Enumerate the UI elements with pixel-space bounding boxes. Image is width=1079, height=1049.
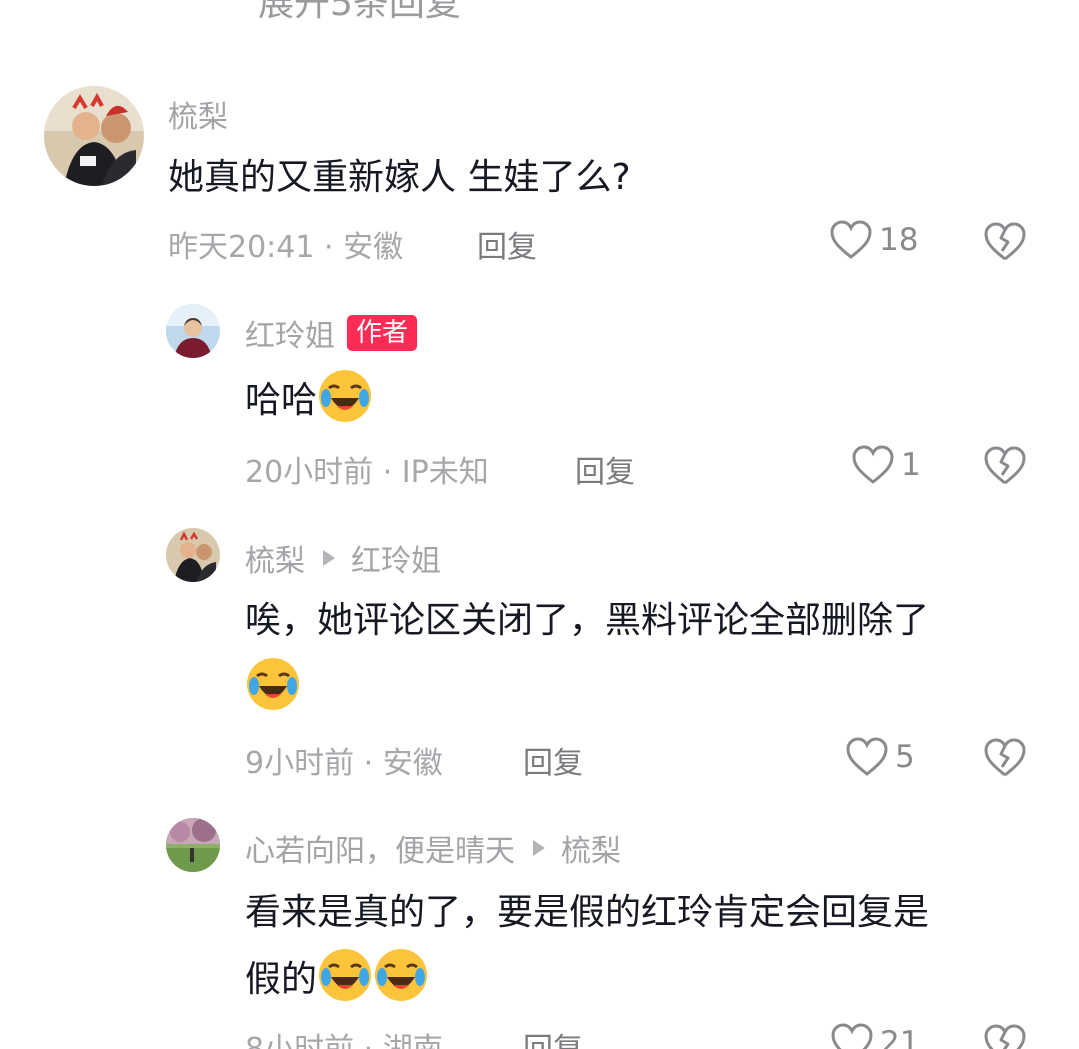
like-count: 1: [901, 447, 921, 483]
like-count: 18: [879, 222, 919, 258]
comment-meta: 8小时前 · 湖南: [245, 1024, 443, 1049]
like-button[interactable]: 5: [845, 736, 915, 778]
expand-replies-link[interactable]: 展开5条回复: [258, 0, 461, 26]
reply-to-user: 梳梨: [561, 834, 621, 869]
reply-button[interactable]: 回复: [477, 222, 537, 266]
comment-text: 看来是真的了，要是假的红玲肯定会回复是: [245, 892, 930, 933]
comment-meta: 20小时前 · IP未知: [245, 455, 489, 490]
laugh-cry-emoji: [319, 949, 372, 1001]
comment-text: 她真的又重新嫁人 生娃了么?: [168, 157, 631, 198]
username[interactable]: 梳梨 红玲姐: [245, 536, 441, 580]
username[interactable]: 红玲姐 作者: [245, 311, 418, 355]
like-count: 21: [880, 1025, 920, 1049]
comment-thread: 展开5条回复 梳梨 她真的又重新嫁人 生娃了么? 昨天20:41 · 安徽 回复: [0, 0, 1079, 1049]
heart-icon: [846, 737, 888, 776]
like-button[interactable]: 18: [829, 219, 918, 261]
laugh-cry-emoji: [247, 658, 299, 710]
comment-meta: 9小时前 · 安徽: [245, 746, 443, 781]
username[interactable]: 心若向阳，便是晴天 梳梨: [245, 826, 621, 870]
reply-button[interactable]: 回复: [575, 447, 635, 491]
avatar[interactable]: [166, 304, 220, 358]
reply-arrow-icon: [323, 550, 335, 566]
reply-button[interactable]: 回复: [523, 738, 583, 782]
like-count: 5: [895, 739, 915, 775]
reply-arrow-icon: [533, 840, 545, 856]
username[interactable]: 梳梨: [168, 92, 228, 136]
laugh-cry-emoji: [375, 949, 428, 1001]
heart-icon: [830, 220, 872, 259]
like-button[interactable]: 21: [830, 1022, 919, 1049]
reply-to-user: 红玲姐: [351, 544, 441, 579]
comment-meta: 昨天20:41 · 安徽: [168, 230, 404, 265]
broken-heart-icon[interactable]: [983, 1023, 1027, 1049]
avatar[interactable]: [44, 86, 144, 186]
heart-icon: [852, 445, 894, 484]
author-badge: 作者: [347, 315, 418, 351]
reply-button[interactable]: 回复: [523, 1024, 583, 1049]
laugh-cry-emoji: [319, 370, 372, 422]
like-button[interactable]: 1: [851, 444, 921, 486]
comment-text: 假的: [245, 947, 429, 1010]
avatar[interactable]: [166, 818, 220, 872]
broken-heart-icon[interactable]: [983, 445, 1027, 487]
broken-heart-icon[interactable]: [983, 221, 1027, 263]
avatar[interactable]: [166, 528, 220, 582]
heart-icon: [831, 1023, 873, 1049]
broken-heart-icon[interactable]: [983, 737, 1027, 779]
comment-text: 哈哈: [245, 368, 373, 431]
comment-text: 唉，她评论区关闭了，黑料评论全部删除了: [245, 600, 930, 641]
comment-text-emoji: [245, 656, 301, 719]
